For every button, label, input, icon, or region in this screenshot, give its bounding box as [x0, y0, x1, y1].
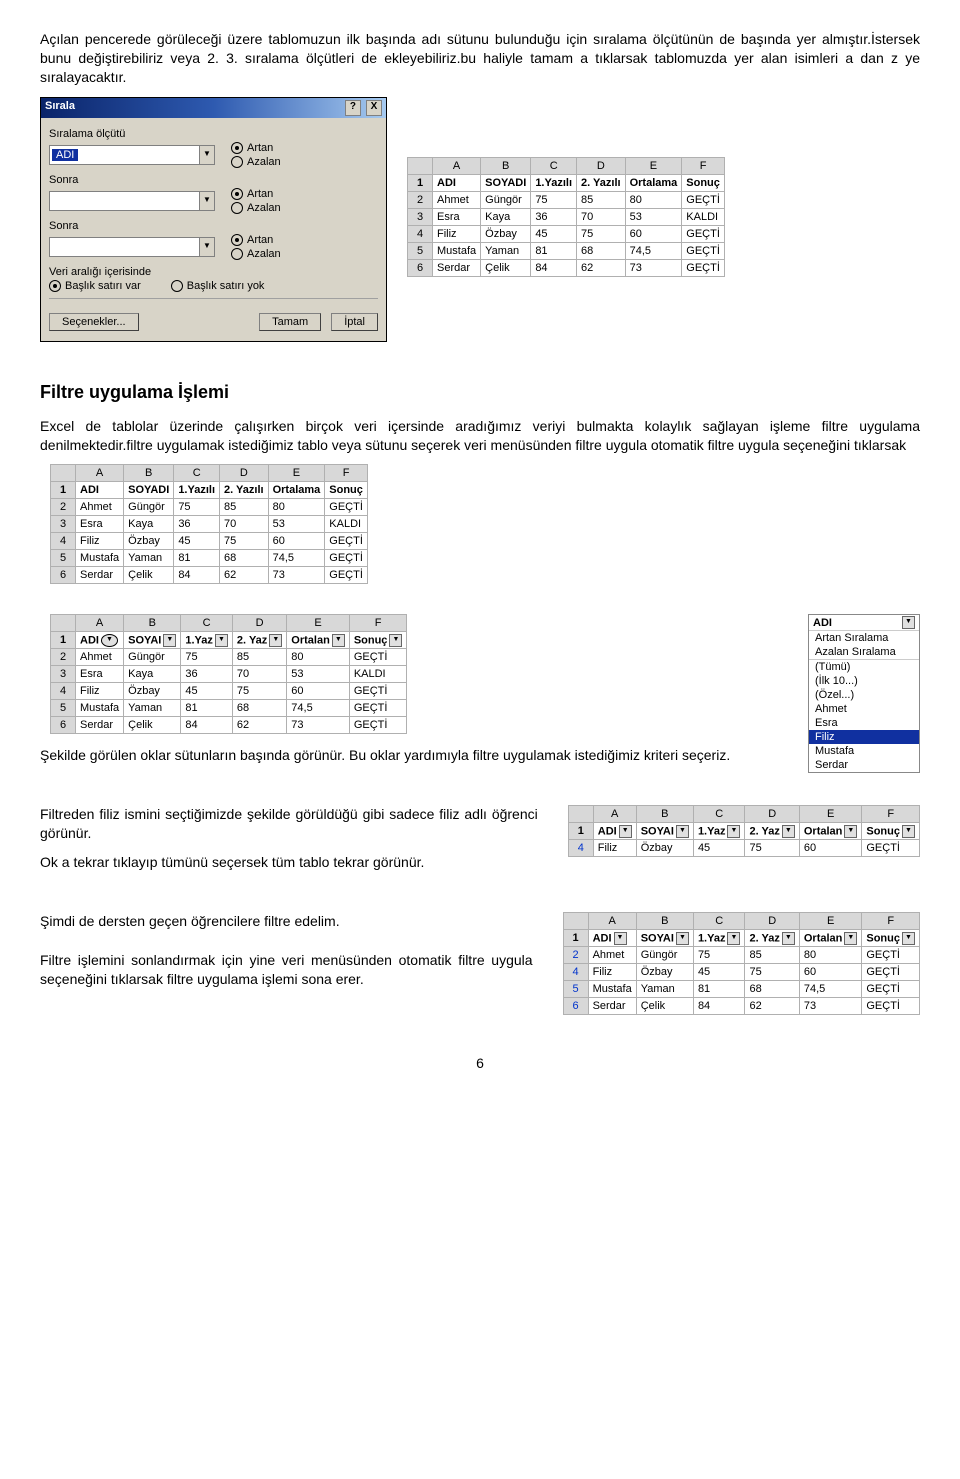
filter-arrows-paragraph: Şekilde görülen oklar sütunların başında…	[40, 746, 778, 765]
radio-baslik-yok[interactable]	[171, 280, 183, 292]
radio-azalan-3-label: Azalan	[247, 248, 281, 260]
radio-artan-1[interactable]	[231, 142, 243, 154]
options-button[interactable]: Seçenekler...	[49, 313, 139, 331]
filter-dropdown-menu: ADI ▼ Artan Sıralama Azalan Sıralama (Tüm…	[808, 614, 920, 773]
filter-arrow-icon[interactable]: ▼	[727, 825, 740, 838]
radio-artan-3[interactable]	[231, 234, 243, 246]
radio-azalan-2-label: Azalan	[247, 202, 281, 214]
radio-artan-1-label: Artan	[247, 142, 273, 154]
radio-azalan-1[interactable]	[231, 156, 243, 168]
veri-header-label: Veri aralığı içerisinde	[49, 266, 378, 278]
cancel-button[interactable]: İptal	[331, 313, 378, 331]
radio-azalan-2[interactable]	[231, 202, 243, 214]
filtered-gecti-table: ABCDEF 1 ADI▼ SOYAI▼ 1.Yaz▼ 2. Yaz▼ Orta…	[563, 912, 920, 1015]
filter-arrow-icon[interactable]: ▼	[902, 825, 915, 838]
primary-sort-value: ADI	[52, 149, 78, 161]
sonra-combo-2[interactable]: ▼	[49, 237, 215, 257]
data-table-plain: ABCDEF 1ADISOYADI1.Yazılı2. YazılıOrtala…	[50, 464, 368, 584]
close-icon[interactable]: X	[366, 100, 382, 116]
dropdown-item[interactable]: Serdar	[809, 758, 919, 772]
dropdown-item[interactable]: (İlk 10...)	[809, 674, 919, 688]
filter-arrow-icon[interactable]: ▼	[782, 825, 795, 838]
dropdown-item[interactable]: (Tümü)	[809, 660, 919, 674]
filter-arrow-icon[interactable]: ▼	[727, 932, 740, 945]
filter-arrow-icon[interactable]: ▼	[332, 634, 345, 647]
dropdown-item[interactable]: Mustafa	[809, 744, 919, 758]
gecti-paragraph: Şimdi de dersten geçen öğrencilere filtr…	[40, 912, 533, 931]
radio-artan-3-label: Artan	[247, 234, 273, 246]
data-table-with-filter-arrows: ABCDEF 1 ADI▼ SOYAI▼ 1.Yaz▼ 2. Yaz▼ Orta…	[50, 614, 407, 734]
dropdown-item[interactable]: Artan Sıralama	[809, 631, 919, 645]
radio-azalan-3[interactable]	[231, 248, 243, 260]
filter-arrow-icon[interactable]: ▼	[676, 825, 689, 838]
sonra-combo-1[interactable]: ▼	[49, 191, 215, 211]
filter-intro-paragraph: Excel de tablolar üzerinde çalışırken bi…	[40, 417, 920, 455]
dropdown-header: ADI	[813, 617, 832, 629]
ok-button[interactable]: Tamam	[259, 313, 321, 331]
filter-arrow-icon[interactable]: ▼	[614, 932, 627, 945]
filter-arrow-icon[interactable]: ▼	[844, 932, 857, 945]
dropdown-item[interactable]: Azalan Sıralama	[809, 645, 919, 660]
radio-artan-2[interactable]	[231, 188, 243, 200]
dropdown-item-selected[interactable]: Filiz	[809, 730, 919, 744]
chevron-down-icon[interactable]: ▼	[199, 238, 214, 256]
help-icon[interactable]: ?	[345, 100, 361, 116]
filter-arrow-icon[interactable]: ▼	[844, 825, 857, 838]
filter-arrow-icon[interactable]: ▼	[902, 616, 915, 629]
filter-arrow-icon[interactable]: ▼	[101, 634, 118, 647]
filter-arrow-icon[interactable]: ▼	[619, 825, 632, 838]
intro-paragraph: Açılan pencerede görüleceği üzere tablom…	[40, 30, 920, 87]
radio-baslik-var-label: Başlık satırı var	[65, 280, 141, 292]
filter-arrow-icon[interactable]: ▼	[215, 634, 228, 647]
filiz-paragraph-1: Filtreden filiz ismini seçtiğimizde şeki…	[40, 805, 538, 843]
primary-sort-label: Sıralama ölçütü	[49, 128, 378, 140]
filiz-paragraph-2: Ok a tekrar tıklayıp tümünü seçersek tüm…	[40, 853, 538, 872]
section-title-filter: Filtre uygulama İşlemi	[40, 382, 920, 403]
dialog-titlebar: Sırala ? X	[41, 98, 386, 118]
filter-arrow-icon[interactable]: ▼	[902, 932, 915, 945]
primary-sort-combo[interactable]: ADI ▼	[49, 145, 215, 165]
filter-arrow-icon[interactable]: ▼	[269, 634, 282, 647]
sonra-label-1: Sonra	[49, 174, 378, 186]
sort-dialog: Sırala ? X Sıralama ölçütü ADI ▼ Artan A…	[40, 97, 387, 342]
filter-arrow-icon[interactable]: ▼	[163, 634, 176, 647]
sorted-table: ABCDEF 1ADISOYADI1.Yazılı2. YazılıOrtala…	[407, 157, 725, 277]
filter-arrow-icon[interactable]: ▼	[782, 932, 795, 945]
filtered-filiz-table: ABCDEF 1 ADI▼ SOYAI▼ 1.Yaz▼ 2. Yaz▼ Orta…	[568, 805, 920, 857]
chevron-down-icon[interactable]: ▼	[199, 192, 214, 210]
end-filter-paragraph: Filtre işlemini sonlandırmak için yine v…	[40, 951, 533, 989]
page-number: 6	[40, 1055, 920, 1071]
dropdown-item[interactable]: Esra	[809, 716, 919, 730]
dialog-title-text: Sırala	[45, 100, 75, 116]
dropdown-item[interactable]: (Özel...)	[809, 688, 919, 702]
radio-artan-2-label: Artan	[247, 188, 273, 200]
filter-arrow-icon[interactable]: ▼	[389, 634, 402, 647]
chevron-down-icon[interactable]: ▼	[199, 146, 214, 164]
radio-azalan-1-label: Azalan	[247, 156, 281, 168]
dropdown-item[interactable]: Ahmet	[809, 702, 919, 716]
radio-baslik-yok-label: Başlık satırı yok	[187, 280, 265, 292]
radio-baslik-var[interactable]	[49, 280, 61, 292]
sonra-label-2: Sonra	[49, 220, 378, 232]
filter-arrow-icon[interactable]: ▼	[676, 932, 689, 945]
